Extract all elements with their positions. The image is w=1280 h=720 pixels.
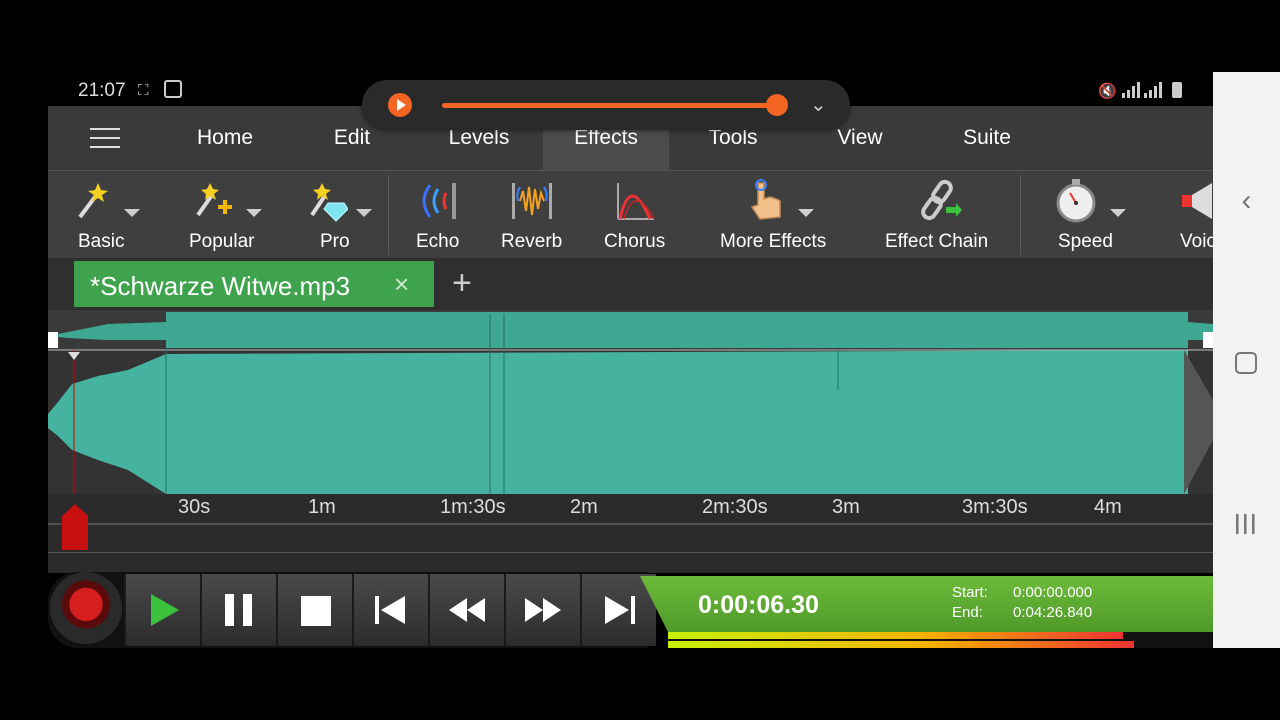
stop-button[interactable] <box>276 574 352 646</box>
mute-icon: 🔇 <box>1098 83 1117 100</box>
ruler-label: 3m:30s <box>962 496 1028 518</box>
tool-popular[interactable]: Popular <box>176 171 276 259</box>
ruler-label: 1m <box>308 496 336 518</box>
tool-echo-label: Echo <box>416 231 460 252</box>
add-tab-button[interactable]: + <box>452 264 472 303</box>
reverb-icon <box>512 183 552 219</box>
level-meter-left <box>668 632 1123 639</box>
waveform-view[interactable] <box>48 310 1213 494</box>
scroll-area <box>48 552 1213 573</box>
chevron-down-icon <box>798 209 814 217</box>
menu-home[interactable]: Home <box>162 106 288 170</box>
pause-button[interactable] <box>200 574 276 646</box>
android-nav-bar: ‹ <box>1213 72 1280 648</box>
chorus-icon <box>617 183 655 220</box>
chevron-down-icon[interactable]: ⌄ <box>810 92 827 117</box>
effects-toolbar: Basic Popular Pro Echo Reverb Chorus Mor… <box>48 170 1213 259</box>
tool-chorus-label: Chorus <box>604 231 666 252</box>
status-clock: 21:07 <box>78 80 126 101</box>
ruler-label: 3m <box>832 496 860 518</box>
play-icon <box>151 594 179 626</box>
magic-wand-diamond-icon <box>310 183 348 222</box>
level-meter <box>668 632 1213 648</box>
current-time: 0:00:06.30 <box>698 591 819 619</box>
media-mini-player[interactable]: ⌄ <box>362 80 850 130</box>
chevron-down-icon <box>124 209 140 217</box>
tool-effect-chain[interactable]: Effect Chain <box>882 171 998 259</box>
end-value[interactable]: 0:04:26.840 <box>1013 604 1092 621</box>
magic-wand-plus-icon <box>196 183 232 217</box>
mini-player-progress[interactable] <box>442 103 778 108</box>
file-tab-title: *Schwarze Witwe.mp3 <box>90 271 351 301</box>
ruler-ticks <box>48 523 1213 525</box>
tool-speed-label: Speed <box>1058 231 1113 252</box>
pause-icon <box>225 594 252 626</box>
battery-icon <box>1172 82 1182 98</box>
echo-icon <box>422 183 456 219</box>
camera-icon <box>164 80 182 98</box>
tool-reverb-label: Reverb <box>501 231 563 252</box>
megaphone-icon <box>1182 183 1212 219</box>
tool-voice-label: Voic <box>1180 231 1213 252</box>
playhead-marker[interactable] <box>62 504 88 550</box>
tool-speed[interactable]: Speed <box>1048 171 1138 259</box>
tool-basic[interactable]: Basic <box>56 171 156 259</box>
home-nav-icon[interactable] <box>1235 352 1257 374</box>
record-button[interactable] <box>50 572 122 644</box>
play-button[interactable] <box>124 574 200 646</box>
ruler-label: 2m:30s <box>702 496 768 518</box>
time-ruler[interactable]: 30s 1m 1m:30s 2m 2m:30s 3m 3m:30s 4m <box>48 494 1213 552</box>
fast-forward-icon <box>525 598 561 622</box>
screenshot-frame-icon: ⛶ <box>138 82 149 99</box>
close-icon[interactable]: × <box>394 269 409 300</box>
tool-reverb[interactable]: Reverb <box>498 171 568 259</box>
toolbar-divider <box>1020 175 1021 255</box>
mini-player-seek-handle[interactable] <box>766 94 788 116</box>
time-display-panel: 0:00:06.30 Start: 0:00:00.000 End: 0:04:… <box>640 576 1213 632</box>
stop-icon <box>301 596 331 626</box>
skip-back-icon <box>375 596 405 624</box>
ruler-label: 1m:30s <box>440 496 506 518</box>
transport-controls <box>48 572 656 648</box>
recents-nav-icon[interactable] <box>1235 514 1257 534</box>
tool-pro-label: Pro <box>320 231 350 252</box>
ruler-label: 30s <box>178 496 211 518</box>
hamburger-menu-icon[interactable] <box>90 128 120 148</box>
magic-wand-icon <box>78 183 108 219</box>
ruler-label: 2m <box>570 496 598 518</box>
tool-chorus[interactable]: Chorus <box>600 171 672 259</box>
ruler-label: 4m <box>1094 496 1122 518</box>
rewind-icon <box>449 598 485 622</box>
tool-popular-label: Popular <box>189 231 255 252</box>
rewind-button[interactable] <box>428 574 504 646</box>
back-nav-icon[interactable]: ‹ <box>1213 184 1280 218</box>
tool-more-effects[interactable]: More Effects <box>716 171 840 259</box>
file-tab[interactable]: *Schwarze Witwe.mp3 × <box>74 261 434 307</box>
skip-to-start-button[interactable] <box>352 574 428 646</box>
start-label: Start: <box>952 584 988 601</box>
start-value[interactable]: 0:00:00.000 <box>1013 584 1092 601</box>
menu-suite[interactable]: Suite <box>924 106 1050 170</box>
tool-echo[interactable]: Echo <box>406 171 472 259</box>
end-label: End: <box>952 604 983 621</box>
waveform-display <box>48 310 1213 494</box>
mini-player-play-button[interactable] <box>388 93 412 117</box>
file-tab-bar: *Schwarze Witwe.mp3 × + <box>48 258 1213 310</box>
chevron-down-icon <box>1110 209 1126 217</box>
hand-pointer-icon <box>750 179 781 220</box>
tool-effect-chain-label: Effect Chain <box>885 231 989 252</box>
tool-voice[interactable]: Voic <box>1176 171 1213 259</box>
chevron-down-icon <box>356 209 372 217</box>
toolbar-divider <box>388 175 389 255</box>
tool-more-effects-label: More Effects <box>720 231 827 252</box>
tool-pro[interactable]: Pro <box>296 171 388 259</box>
level-meter-right <box>668 641 1134 648</box>
fast-forward-button[interactable] <box>504 574 580 646</box>
chain-link-icon <box>921 179 962 221</box>
stopwatch-icon <box>1056 179 1096 223</box>
skip-forward-icon <box>605 596 635 624</box>
signal-icon <box>1122 82 1162 98</box>
tool-basic-label: Basic <box>78 231 125 252</box>
chevron-down-icon <box>246 209 262 217</box>
